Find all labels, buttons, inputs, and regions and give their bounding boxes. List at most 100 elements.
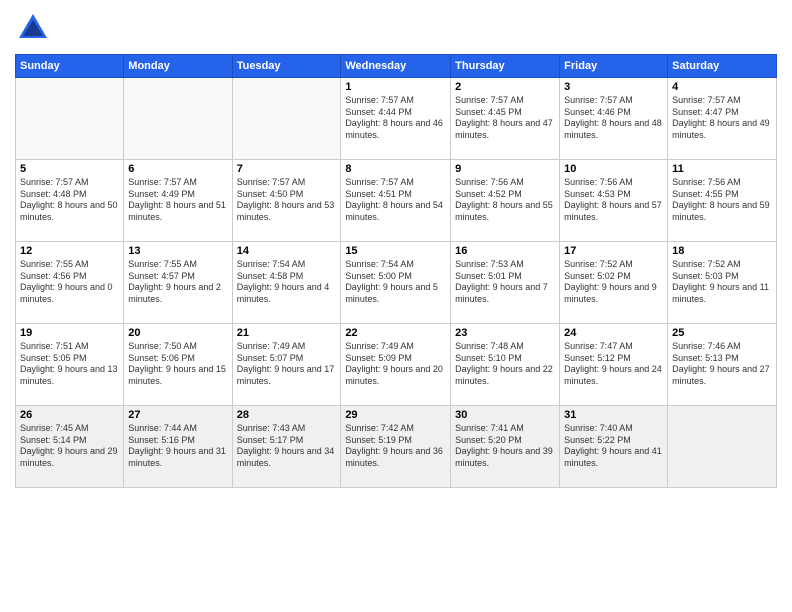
day-info: Sunrise: 7:51 AM Sunset: 5:05 PM Dayligh… bbox=[20, 341, 119, 388]
day-info: Sunrise: 7:57 AM Sunset: 4:45 PM Dayligh… bbox=[455, 95, 555, 142]
day-number: 12 bbox=[20, 245, 119, 257]
day-info: Sunrise: 7:55 AM Sunset: 4:57 PM Dayligh… bbox=[128, 259, 227, 306]
day-number: 29 bbox=[345, 409, 446, 421]
day-number: 14 bbox=[237, 245, 337, 257]
day-info: Sunrise: 7:44 AM Sunset: 5:16 PM Dayligh… bbox=[128, 423, 227, 470]
day-info: Sunrise: 7:57 AM Sunset: 4:50 PM Dayligh… bbox=[237, 177, 337, 224]
day-number: 22 bbox=[345, 327, 446, 339]
day-info: Sunrise: 7:57 AM Sunset: 4:47 PM Dayligh… bbox=[672, 95, 772, 142]
day-info: Sunrise: 7:40 AM Sunset: 5:22 PM Dayligh… bbox=[564, 423, 663, 470]
weekday-header: Sunday bbox=[16, 55, 124, 78]
calendar-cell: 9 Sunrise: 7:56 AM Sunset: 4:52 PM Daylig… bbox=[451, 160, 560, 242]
day-info: Sunrise: 7:52 AM Sunset: 5:02 PM Dayligh… bbox=[564, 259, 663, 306]
calendar-cell: 30Sunrise: 7:41 AM Sunset: 5:20 PM Dayli… bbox=[451, 406, 560, 488]
weekday-header: Thursday bbox=[451, 55, 560, 78]
calendar-cell: 17 Sunrise: 7:52 AM Sunset: 5:02 PM Dayli… bbox=[560, 242, 668, 324]
day-info: Sunrise: 7:46 AM Sunset: 5:13 PM Dayligh… bbox=[672, 341, 772, 388]
day-number: 5 bbox=[20, 163, 119, 175]
day-number: 3 bbox=[564, 81, 663, 93]
calendar-cell: 5 Sunrise: 7:57 AM Sunset: 4:48 PM Daylig… bbox=[16, 160, 124, 242]
day-info: Sunrise: 7:57 AM Sunset: 4:46 PM Dayligh… bbox=[564, 95, 663, 142]
day-number: 7 bbox=[237, 163, 337, 175]
day-info: Sunrise: 7:56 AM Sunset: 4:55 PM Dayligh… bbox=[672, 177, 772, 224]
day-number: 25 bbox=[672, 327, 772, 339]
calendar-cell: 2 Sunrise: 7:57 AM Sunset: 4:45 PM Daylig… bbox=[451, 78, 560, 160]
day-number: 26 bbox=[20, 409, 119, 421]
day-info: Sunrise: 7:57 AM Sunset: 4:49 PM Dayligh… bbox=[128, 177, 227, 224]
day-number: 15 bbox=[345, 245, 446, 257]
day-number: 24 bbox=[564, 327, 663, 339]
calendar-cell: 24 Sunrise: 7:47 AM Sunset: 5:12 PM Dayli… bbox=[560, 324, 668, 406]
day-info: Sunrise: 7:56 AM Sunset: 4:53 PM Dayligh… bbox=[564, 177, 663, 224]
day-number: 9 bbox=[455, 163, 555, 175]
calendar-cell: 19 Sunrise: 7:51 AM Sunset: 5:05 PM Dayli… bbox=[16, 324, 124, 406]
day-info: Sunrise: 7:57 AM Sunset: 4:44 PM Dayligh… bbox=[345, 95, 446, 142]
day-number: 10 bbox=[564, 163, 663, 175]
calendar-cell: 28Sunrise: 7:43 AM Sunset: 5:17 PM Dayli… bbox=[232, 406, 341, 488]
day-number: 2 bbox=[455, 81, 555, 93]
calendar-cell: 31 Sunrise: 7:40 AM Sunset: 5:22 PM Dayli… bbox=[560, 406, 668, 488]
day-number: 21 bbox=[237, 327, 337, 339]
calendar-cell: 10 Sunrise: 7:56 AM Sunset: 4:53 PM Dayli… bbox=[560, 160, 668, 242]
day-info: Sunrise: 7:57 AM Sunset: 4:48 PM Dayligh… bbox=[20, 177, 119, 224]
day-info: Sunrise: 7:49 AM Sunset: 5:09 PM Dayligh… bbox=[345, 341, 446, 388]
logo bbox=[15, 10, 51, 46]
day-number: 1 bbox=[345, 81, 446, 93]
calendar-cell: 25 Sunrise: 7:46 AM Sunset: 5:13 PM Dayli… bbox=[668, 324, 777, 406]
day-info: Sunrise: 7:52 AM Sunset: 5:03 PM Dayligh… bbox=[672, 259, 772, 306]
day-info: Sunrise: 7:48 AM Sunset: 5:10 PM Dayligh… bbox=[455, 341, 555, 388]
day-number: 31 bbox=[564, 409, 663, 421]
weekday-header: Saturday bbox=[668, 55, 777, 78]
day-number: 16 bbox=[455, 245, 555, 257]
logo-icon bbox=[15, 10, 51, 46]
header bbox=[15, 10, 777, 46]
calendar-cell bbox=[232, 78, 341, 160]
calendar-week-row: 5 Sunrise: 7:57 AM Sunset: 4:48 PM Daylig… bbox=[16, 160, 777, 242]
calendar-cell bbox=[16, 78, 124, 160]
day-info: Sunrise: 7:55 AM Sunset: 4:56 PM Dayligh… bbox=[20, 259, 119, 306]
calendar-cell: 14 Sunrise: 7:54 AM Sunset: 4:58 PM Dayli… bbox=[232, 242, 341, 324]
day-number: 6 bbox=[128, 163, 227, 175]
calendar-cell: 18Sunrise: 7:52 AM Sunset: 5:03 PM Dayli… bbox=[668, 242, 777, 324]
calendar-cell: 6 Sunrise: 7:57 AM Sunset: 4:49 PM Daylig… bbox=[124, 160, 232, 242]
day-info: Sunrise: 7:50 AM Sunset: 5:06 PM Dayligh… bbox=[128, 341, 227, 388]
calendar-week-row: 1 Sunrise: 7:57 AM Sunset: 4:44 PM Daylig… bbox=[16, 78, 777, 160]
page: SundayMondayTuesdayWednesdayThursdayFrid… bbox=[0, 0, 792, 612]
calendar-cell: 8Sunrise: 7:57 AM Sunset: 4:51 PM Daylig… bbox=[341, 160, 451, 242]
calendar-cell: 1 Sunrise: 7:57 AM Sunset: 4:44 PM Daylig… bbox=[341, 78, 451, 160]
day-number: 30 bbox=[455, 409, 555, 421]
day-number: 23 bbox=[455, 327, 555, 339]
calendar-cell: 29 Sunrise: 7:42 AM Sunset: 5:19 PM Dayli… bbox=[341, 406, 451, 488]
calendar-week-row: 26 Sunrise: 7:45 AM Sunset: 5:14 PM Dayli… bbox=[16, 406, 777, 488]
day-info: Sunrise: 7:54 AM Sunset: 4:58 PM Dayligh… bbox=[237, 259, 337, 306]
calendar-cell: 7 Sunrise: 7:57 AM Sunset: 4:50 PM Daylig… bbox=[232, 160, 341, 242]
day-info: Sunrise: 7:53 AM Sunset: 5:01 PM Dayligh… bbox=[455, 259, 555, 306]
day-info: Sunrise: 7:47 AM Sunset: 5:12 PM Dayligh… bbox=[564, 341, 663, 388]
calendar-header-row: SundayMondayTuesdayWednesdayThursdayFrid… bbox=[16, 55, 777, 78]
calendar-cell bbox=[668, 406, 777, 488]
day-number: 19 bbox=[20, 327, 119, 339]
calendar-cell: 23 Sunrise: 7:48 AM Sunset: 5:10 PM Dayli… bbox=[451, 324, 560, 406]
calendar-cell: 16 Sunrise: 7:53 AM Sunset: 5:01 PM Dayli… bbox=[451, 242, 560, 324]
day-info: Sunrise: 7:42 AM Sunset: 5:19 PM Dayligh… bbox=[345, 423, 446, 470]
calendar-week-row: 12 Sunrise: 7:55 AM Sunset: 4:56 PM Dayli… bbox=[16, 242, 777, 324]
calendar-cell: 21Sunrise: 7:49 AM Sunset: 5:07 PM Dayli… bbox=[232, 324, 341, 406]
day-number: 27 bbox=[128, 409, 227, 421]
calendar-cell: 11Sunrise: 7:56 AM Sunset: 4:55 PM Dayli… bbox=[668, 160, 777, 242]
calendar-cell: 15Sunrise: 7:54 AM Sunset: 5:00 PM Dayli… bbox=[341, 242, 451, 324]
calendar-table: SundayMondayTuesdayWednesdayThursdayFrid… bbox=[15, 54, 777, 488]
calendar-cell: 12 Sunrise: 7:55 AM Sunset: 4:56 PM Dayli… bbox=[16, 242, 124, 324]
calendar-cell: 26 Sunrise: 7:45 AM Sunset: 5:14 PM Dayli… bbox=[16, 406, 124, 488]
calendar-cell: 3 Sunrise: 7:57 AM Sunset: 4:46 PM Daylig… bbox=[560, 78, 668, 160]
day-info: Sunrise: 7:56 AM Sunset: 4:52 PM Dayligh… bbox=[455, 177, 555, 224]
day-number: 17 bbox=[564, 245, 663, 257]
calendar-cell: 13Sunrise: 7:55 AM Sunset: 4:57 PM Dayli… bbox=[124, 242, 232, 324]
day-number: 20 bbox=[128, 327, 227, 339]
weekday-header: Monday bbox=[124, 55, 232, 78]
weekday-header: Tuesday bbox=[232, 55, 341, 78]
calendar-cell: 27 Sunrise: 7:44 AM Sunset: 5:16 PM Dayli… bbox=[124, 406, 232, 488]
day-info: Sunrise: 7:45 AM Sunset: 5:14 PM Dayligh… bbox=[20, 423, 119, 470]
calendar-cell bbox=[124, 78, 232, 160]
calendar-cell: 20 Sunrise: 7:50 AM Sunset: 5:06 PM Dayli… bbox=[124, 324, 232, 406]
calendar-cell: 4Sunrise: 7:57 AM Sunset: 4:47 PM Daylig… bbox=[668, 78, 777, 160]
